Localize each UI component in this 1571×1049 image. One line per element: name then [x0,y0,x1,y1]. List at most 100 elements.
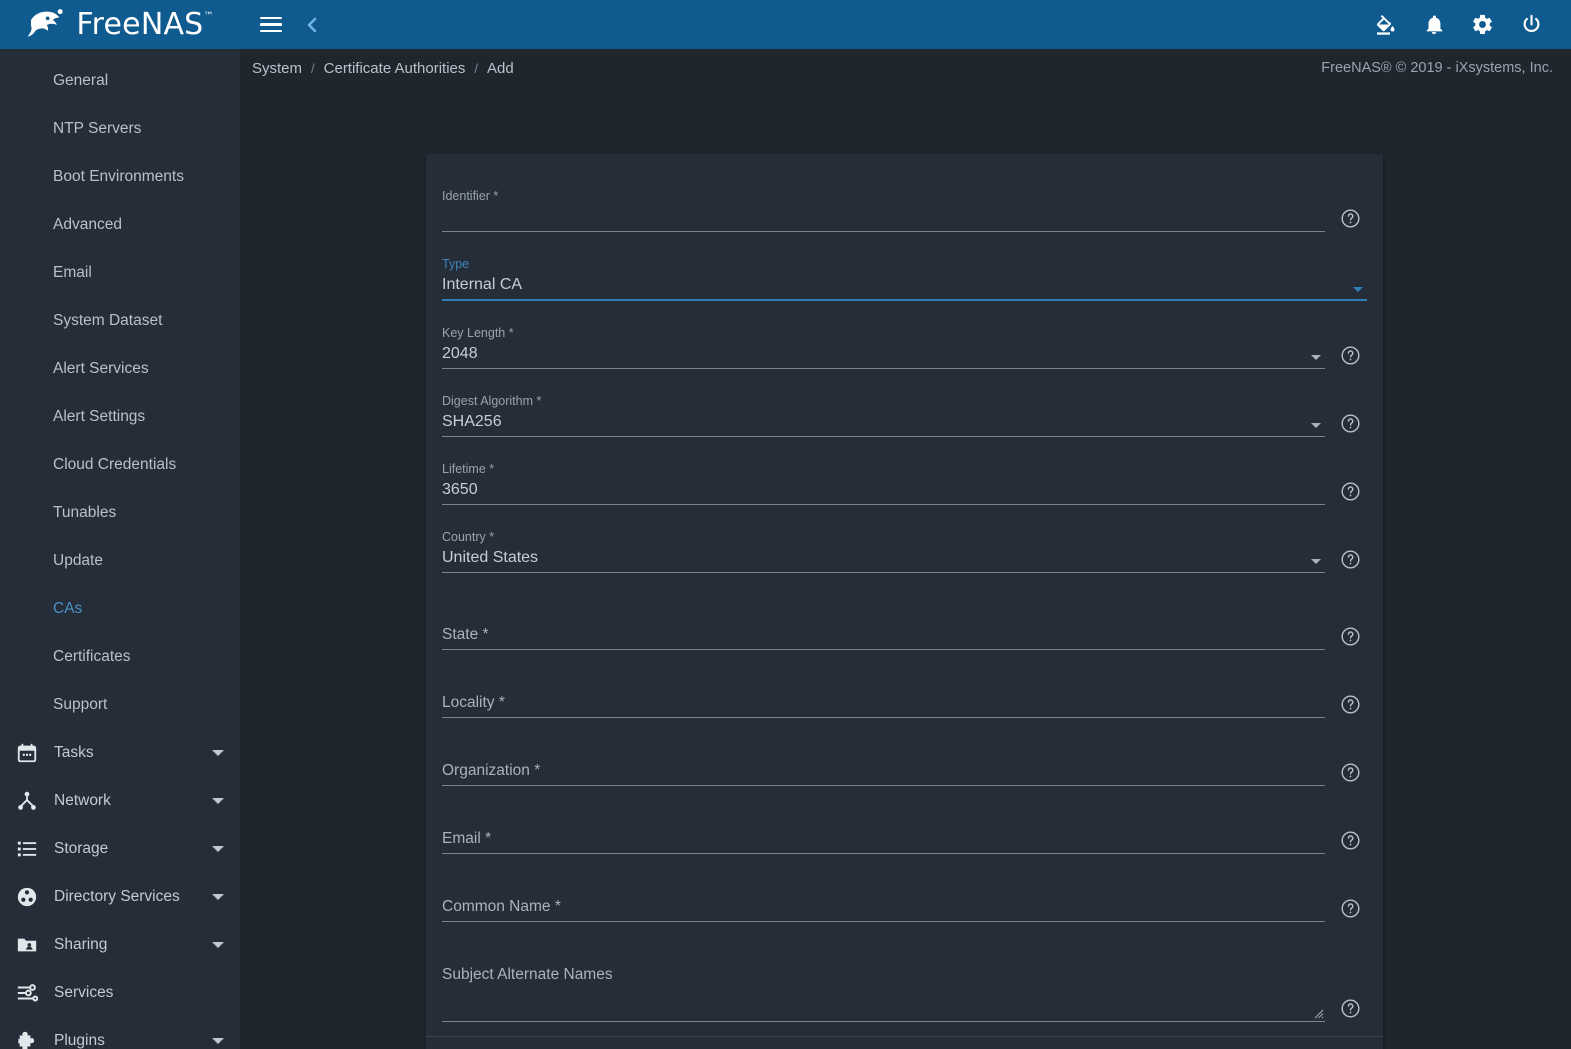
sidebar-group-label: Plugins [54,1032,105,1049]
chevron-down-icon [212,942,224,948]
sidebar-item-cloud-credentials[interactable]: Cloud Credentials [0,441,240,489]
common-name-field[interactable]: Common Name * [442,864,1325,922]
sidebar-item-label: CAs [53,600,83,617]
sidebar-item-ntp-servers[interactable]: NTP Servers [0,105,240,153]
sidebar-item-system-dataset[interactable]: System Dataset [0,297,240,345]
chevron-down-icon[interactable] [1311,423,1321,428]
directory-services-icon [12,882,42,912]
state-help-icon[interactable] [1333,624,1367,648]
subject-alternate-names-help-icon[interactable] [1333,996,1367,1020]
country-value: United States [442,549,539,566]
sidebar-item-update[interactable]: Update [0,537,240,585]
key-length-help-icon[interactable] [1333,343,1367,367]
country-help-icon[interactable] [1333,547,1367,571]
collapse-chevron-left-icon[interactable] [304,15,320,35]
key-length-field[interactable]: Key Length * 2048 [442,311,1325,369]
sidebar-group-tasks[interactable]: Tasks [0,729,240,777]
sidebar-group-label: Storage [54,840,109,857]
country-field[interactable]: Country * United States [442,515,1325,573]
common-name-underline [442,921,1325,922]
type-underline [442,299,1367,301]
notifications-bell-icon[interactable] [1423,13,1445,37]
type-value: Internal CA [442,276,523,293]
organization-field[interactable]: Organization * [442,728,1325,786]
chevron-down-icon [212,846,224,852]
organization-label: Organization * [442,762,541,779]
chevron-down-icon[interactable] [1311,559,1321,564]
digest-algorithm-help-icon[interactable] [1333,411,1367,435]
subject-alternate-names-textarea[interactable]: Subject Alternate Names [442,962,1325,1020]
subject-alternate-names-underline [442,1021,1325,1022]
state-field[interactable]: State * [442,592,1325,650]
sidebar-group-sharing[interactable]: Sharing [0,921,240,969]
chevron-down-icon[interactable] [1353,287,1363,292]
lifetime-field[interactable]: Lifetime * 3650 [442,447,1325,505]
sidebar-group-network[interactable]: Network [0,777,240,825]
lifetime-help-icon[interactable] [1333,479,1367,503]
sidebar-item-label: General [53,72,109,89]
sidebar-item-boot-environments[interactable]: Boot Environments [0,153,240,201]
email-field[interactable]: Email * [442,796,1325,854]
sidebar-item-label: Support [53,696,108,713]
organization-help-icon[interactable] [1333,760,1367,784]
identifier-underline [442,231,1325,232]
chevron-down-icon [212,750,224,756]
sidebar-item-advanced[interactable]: Advanced [0,201,240,249]
sidebar-item-label: Certificates [53,648,131,665]
power-icon[interactable] [1520,13,1543,36]
sidebar-group-plugins[interactable]: Plugins [0,1017,240,1049]
settings-gear-icon[interactable] [1471,13,1494,36]
menu-hamburger-icon[interactable] [260,13,282,37]
locality-help-icon[interactable] [1333,692,1367,716]
state-underline [442,649,1325,650]
breadcrumb: System / Certificate Authorities / Add [252,60,514,77]
calendar-icon [12,738,42,768]
sidebar-group-label: Tasks [54,744,94,761]
digest-algorithm-field[interactable]: Digest Algorithm * SHA256 [442,379,1325,437]
email-label: Email * [442,830,492,847]
sidebar-group-directory-services[interactable]: Directory Services [0,873,240,921]
type-field[interactable]: Type Internal CA [442,242,1367,301]
sidebar-item-tunables[interactable]: Tunables [0,489,240,537]
sidebar-item-label: Boot Environments [53,168,184,185]
email-underline [442,853,1325,854]
brand-logo-area[interactable]: FreeNAS™ [0,0,240,49]
sidebar-item-support[interactable]: Support [0,681,240,729]
sidebar-item-alert-settings[interactable]: Alert Settings [0,393,240,441]
chevron-down-icon [212,1038,224,1044]
sidebar-item-certificates[interactable]: Certificates [0,633,240,681]
identifier-value [442,204,1325,230]
sidebar-item-cas[interactable]: CAs [0,585,240,633]
network-tree-icon [12,786,42,816]
chevron-down-icon[interactable] [1311,355,1321,360]
locality-label-spacer [442,674,1325,690]
lifetime-underline [442,504,1325,505]
breadcrumb-bar: System / Certificate Authorities / Add F… [240,49,1571,87]
identifier-field[interactable]: Identifier * [442,174,1325,232]
puzzle-piece-icon [12,1026,42,1049]
sidebar-item-label: System Dataset [53,312,163,329]
identifier-help-icon[interactable] [1333,206,1367,230]
breadcrumb-separator: / [474,60,478,76]
form-actions: SAVE CANCEL [426,1037,1383,1049]
textarea-resize-handle-icon[interactable] [1312,1006,1324,1019]
theme-bucket-icon[interactable] [1373,13,1397,37]
breadcrumb-item-certificate-authorities[interactable]: Certificate Authorities [324,60,466,77]
key-length-label: Key Length * [442,326,514,340]
sidebar: FreeNAS™ General NTP Servers Boot Enviro… [0,0,240,1049]
locality-field[interactable]: Locality * [442,660,1325,718]
sidebar-group-storage[interactable]: Storage [0,825,240,873]
lifetime-value: 3650 [442,481,478,498]
subject-alternate-names-label: Subject Alternate Names [442,966,613,983]
main-area: System / Certificate Authorities / Add F… [240,0,1571,1049]
sidebar-item-alert-services[interactable]: Alert Services [0,345,240,393]
sidebar-group-services[interactable]: Services [0,969,240,1017]
breadcrumb-item-add[interactable]: Add [487,60,514,77]
email-help-icon[interactable] [1333,828,1367,852]
subject-alternate-names-field[interactable]: Subject Alternate Names [442,932,1325,1022]
common-name-help-icon[interactable] [1333,896,1367,920]
sidebar-item-email[interactable]: Email [0,249,240,297]
breadcrumb-item-system[interactable]: System [252,60,302,77]
state-label-spacer [442,606,1325,622]
sidebar-item-general[interactable]: General [0,57,240,105]
